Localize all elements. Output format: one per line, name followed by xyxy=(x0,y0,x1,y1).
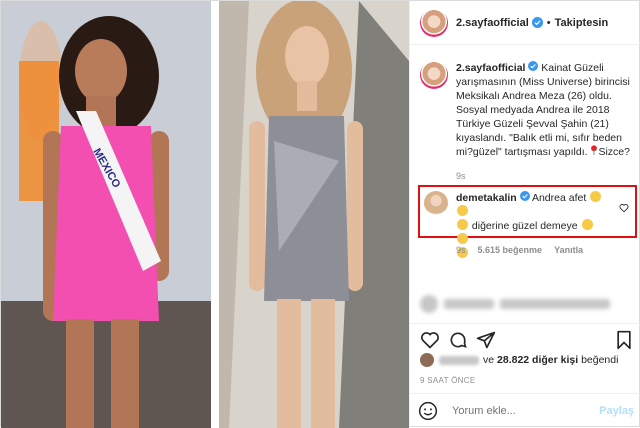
blurred-comment xyxy=(420,295,634,313)
photo-left: MEXICO xyxy=(1,1,211,428)
post-comment-button[interactable]: Paylaş xyxy=(599,405,634,417)
following-button[interactable]: Takiptesin xyxy=(555,17,609,29)
like-button[interactable] xyxy=(420,330,440,350)
post-header: 2.sayfaofficial • Takiptesin xyxy=(410,1,640,45)
share-button[interactable] xyxy=(476,330,496,350)
liker-avatar[interactable] xyxy=(420,353,434,367)
blurred-username xyxy=(444,299,494,309)
likes-count[interactable]: 28.822 diğer kişi xyxy=(497,354,578,366)
blurred-text xyxy=(500,299,610,309)
highlighted-comment: demetakalin Andrea afet diğerine güzel d… xyxy=(418,185,637,258)
caption-text: 2.sayfaofficial Kainat Güzeli yarışmasın… xyxy=(456,61,634,183)
verified-badge-icon xyxy=(531,17,543,28)
caption-body-end: Sizce? xyxy=(598,146,630,158)
comment-like-heart-icon[interactable] xyxy=(619,203,629,213)
likes-suffix: beğendi xyxy=(581,354,619,366)
clapping-emoji-icon xyxy=(457,205,468,216)
author-username[interactable]: 2.sayfaofficial xyxy=(456,17,529,29)
post-caption: 2.sayfaofficial Kainat Güzeli yarışmasın… xyxy=(420,61,634,183)
action-bar xyxy=(410,323,640,355)
comment-input[interactable] xyxy=(452,405,592,417)
comment-username[interactable]: demetakalin xyxy=(456,192,517,204)
share-icon xyxy=(476,331,496,349)
photo-right xyxy=(219,1,409,428)
add-comment-bar: Paylaş xyxy=(410,393,640,428)
laughing-emoji-icon xyxy=(581,219,593,230)
comment-meta: 9s 5.615 beğenme Yanıtla xyxy=(456,245,583,255)
clapping-emoji-icon xyxy=(590,191,602,202)
post-age[interactable]: 9 SAAT ÖNCE xyxy=(420,376,475,385)
comment-text: demetakalin Andrea afet diğerine güzel d… xyxy=(456,191,606,258)
emoji-icon[interactable] xyxy=(418,401,438,421)
save-button[interactable] xyxy=(614,330,634,350)
clapping-emoji-icon xyxy=(457,219,468,230)
header-separator: • xyxy=(546,16,551,29)
blurred-avatar xyxy=(420,295,438,313)
laughing-emoji-icon xyxy=(457,233,468,244)
caption-username[interactable]: 2.sayfaofficial xyxy=(456,62,525,74)
caption-avatar[interactable] xyxy=(420,61,448,89)
caption-body: Kainat Güzeli yarışmasının (Miss Univers… xyxy=(456,62,630,158)
verified-badge-icon xyxy=(528,61,539,71)
photo-left-illustration: MEXICO xyxy=(1,1,211,428)
bookmark-icon xyxy=(617,330,631,350)
photo-right-illustration xyxy=(219,1,409,428)
comment-button[interactable] xyxy=(448,330,468,350)
comment-likes[interactable]: 5.615 beğenme xyxy=(478,245,543,255)
comment-icon xyxy=(450,332,467,348)
instagram-post: MEXICO 2.sayfaofficial • Takiptesin 2.sa… xyxy=(0,0,640,428)
blurred-liker-name xyxy=(439,355,479,365)
comment-avatar[interactable] xyxy=(424,191,448,215)
comment-time[interactable]: 9s xyxy=(456,245,466,255)
post-image[interactable]: MEXICO xyxy=(1,1,409,428)
comment-body-2: diğerine güzel demeye xyxy=(471,220,578,232)
reply-button[interactable]: Yanıtla xyxy=(554,245,583,255)
likes-summary: ve 28.822 diğer kişi beğendi xyxy=(420,353,618,367)
author-avatar[interactable] xyxy=(420,8,448,37)
comment-body-1: Andrea afet xyxy=(531,192,587,204)
caption-time[interactable]: 9s xyxy=(456,169,634,183)
likes-connector: ve xyxy=(483,354,495,366)
post-side-panel: 2.sayfaofficial • Takiptesin 2.sayfaoffi… xyxy=(409,1,640,428)
heart-icon xyxy=(421,332,439,349)
verified-badge-icon xyxy=(519,191,530,201)
